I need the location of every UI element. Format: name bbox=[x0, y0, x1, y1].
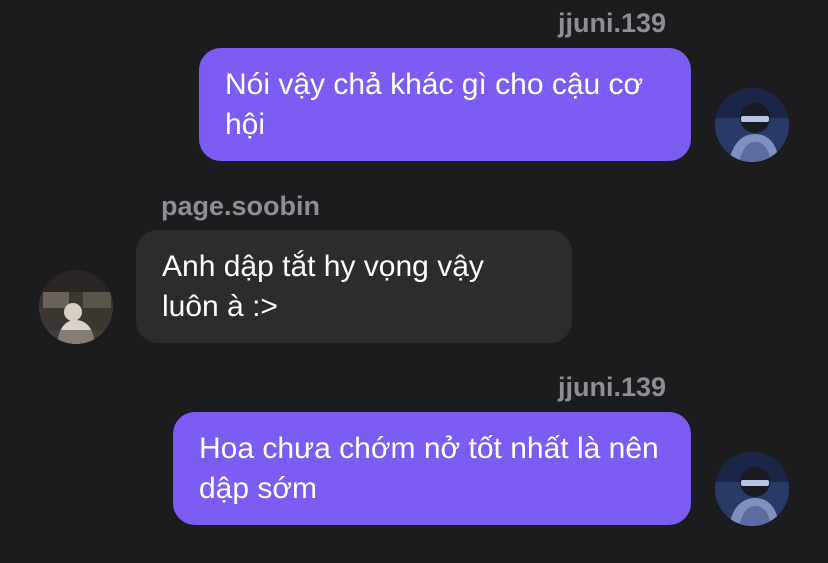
sender-name: page.soobin bbox=[161, 191, 321, 221]
message-bubble-outgoing[interactable]: Hoa chưa chớm nở tốt nhất là nên dập sớm bbox=[173, 412, 691, 525]
user-avatar-icon[interactable] bbox=[715, 88, 789, 162]
sender-name: jjuni.139 bbox=[557, 372, 666, 402]
message-bubble-incoming[interactable]: Anh dập tắt hy vọng vậy luôn à :> bbox=[136, 230, 572, 343]
message-text: Nói vậy chả khác gì cho cậu cơ hội bbox=[225, 67, 644, 141]
contact-avatar-icon[interactable] bbox=[39, 270, 113, 344]
message-bubble-outgoing[interactable]: Nói vậy chả khác gì cho cậu cơ hội bbox=[199, 48, 691, 161]
message-text: Anh dập tắt hy vọng vậy luôn à :> bbox=[162, 249, 484, 323]
user-avatar-icon[interactable] bbox=[715, 452, 789, 526]
chat-thread: jjuni.139 Nói vậy chả khác gì cho cậu cơ… bbox=[0, 0, 828, 563]
message-text: Hoa chưa chớm nở tốt nhất là nên dập sớm bbox=[199, 431, 659, 505]
sender-name: jjuni.139 bbox=[557, 8, 666, 38]
